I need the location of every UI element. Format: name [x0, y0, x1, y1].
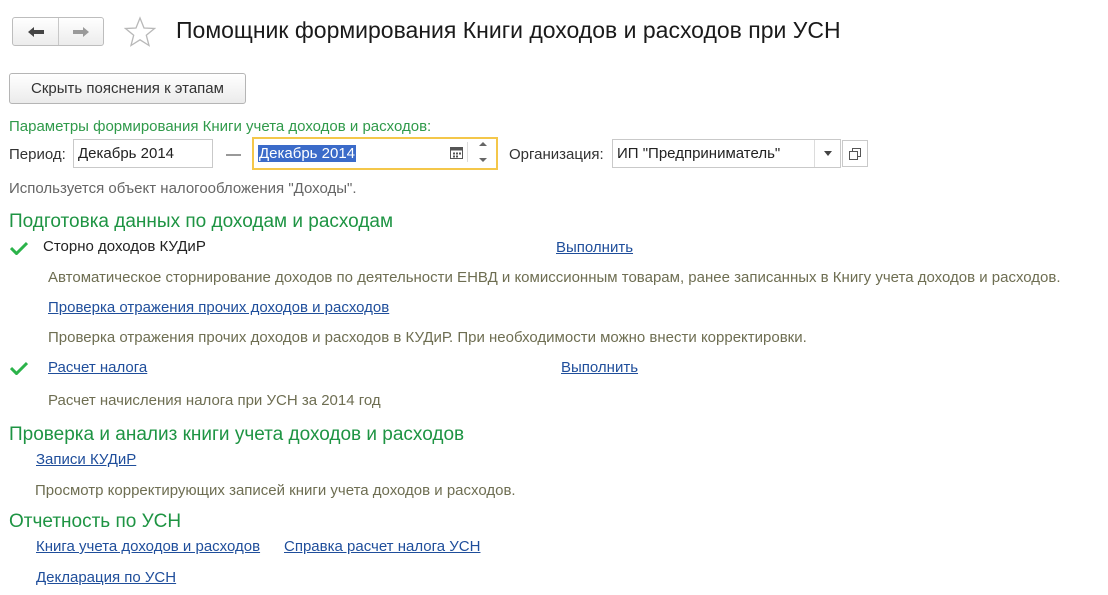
- forward-arrow-icon: [73, 26, 89, 37]
- kudir-records-description: Просмотр корректирующих записей книги уч…: [35, 482, 516, 499]
- page-title: Помощник формирования Книги доходов и ра…: [176, 17, 841, 43]
- organization-value: ИП "Предприниматель": [617, 145, 781, 162]
- checkmark-icon: [10, 361, 28, 375]
- org-label: Организация:: [509, 146, 604, 163]
- open-icon: [849, 147, 861, 160]
- org-dropdown-button[interactable]: [814, 140, 840, 167]
- period-spinner[interactable]: [472, 141, 494, 163]
- org-open-button[interactable]: [842, 140, 868, 167]
- period-label: Период:: [9, 146, 66, 163]
- forward-button[interactable]: [58, 18, 103, 45]
- back-arrow-icon: [27, 26, 44, 37]
- checkmark-icon: [10, 241, 28, 255]
- params-caption: Параметры формирования Книги учета доход…: [9, 118, 432, 135]
- step-tax-calc-link[interactable]: Расчет налога: [48, 359, 147, 376]
- step-storno-label: Сторно доходов КУДиР: [43, 238, 206, 255]
- step-tax-calc-execute-link[interactable]: Выполнить: [561, 359, 638, 376]
- step-other-income-description: Проверка отражения прочих доходов и расх…: [48, 329, 807, 346]
- calendar-button[interactable]: [446, 142, 468, 162]
- period-to-value: Декабрь 2014: [258, 145, 357, 162]
- period-dash: —: [226, 146, 241, 163]
- kudir-records-link[interactable]: Записи КУДиР: [36, 451, 136, 468]
- period-to-field[interactable]: Декабрь 2014: [252, 137, 498, 170]
- step-tax-calc-description: Расчет начисления налога при УСН за 2014…: [48, 392, 381, 409]
- organization-field[interactable]: ИП "Предприниматель": [612, 139, 841, 168]
- tax-object-note: Используется объект налогообложения "Дох…: [9, 180, 357, 197]
- section-analysis-heading: Проверка и анализ книги учета доходов и …: [9, 424, 465, 445]
- period-from-value: Декабрь 2014: [78, 145, 175, 162]
- usn-declaration-link[interactable]: Декларация по УСН: [36, 569, 176, 586]
- nav-buttons: [12, 17, 104, 46]
- step-storno-description: Автоматическое сторнирование доходов по …: [48, 269, 1061, 286]
- section-reporting-heading: Отчетность по УСН: [9, 511, 182, 532]
- tax-calc-certificate-link[interactable]: Справка расчет налога УСН: [284, 538, 480, 555]
- step-other-income-link[interactable]: Проверка отражения прочих доходов и расх…: [48, 299, 389, 316]
- step-storno-execute-link[interactable]: Выполнить: [556, 239, 633, 256]
- spin-up-icon[interactable]: [479, 141, 487, 147]
- favorite-star-icon[interactable]: [124, 16, 156, 48]
- back-button[interactable]: [13, 18, 58, 45]
- income-book-link[interactable]: Книга учета доходов и расходов: [36, 538, 260, 555]
- spin-down-icon[interactable]: [479, 157, 487, 163]
- section-data-preparation-heading: Подготовка данных по доходам и расходам: [9, 211, 394, 232]
- hide-explanations-button[interactable]: Скрыть пояснения к этапам: [9, 73, 246, 104]
- period-from-field[interactable]: Декабрь 2014: [73, 139, 213, 168]
- calendar-icon: [450, 146, 463, 159]
- dropdown-icon: [823, 151, 832, 156]
